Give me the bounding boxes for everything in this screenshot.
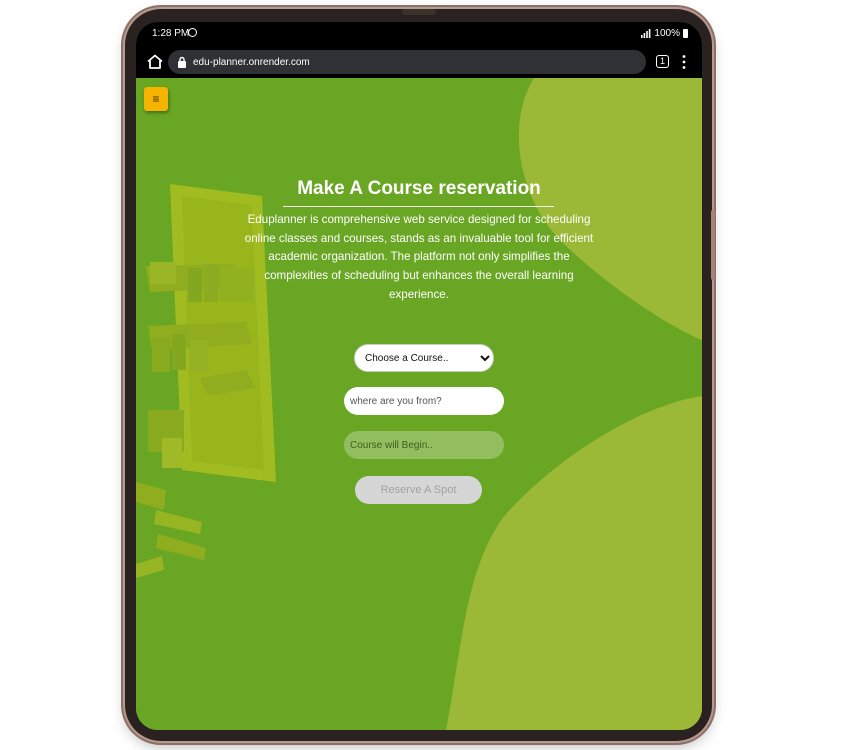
battery-percent: 100% — [654, 28, 680, 39]
page-description: Eduplanner is comprehensive web service … — [244, 213, 594, 301]
device-side-button — [711, 210, 715, 280]
signal-icon — [641, 29, 651, 38]
address-bar[interactable]: edu-planner.onrender.com — [168, 50, 646, 74]
web-page: ≡ Make A Course reservation Eduplanner i… — [136, 78, 702, 730]
device-hinge — [402, 9, 436, 15]
browser-toolbar: edu-planner.onrender.com 1 — [136, 46, 702, 78]
url-text: edu-planner.onrender.com — [193, 56, 310, 68]
status-right: 100% — [641, 28, 688, 39]
menu-dots-icon[interactable] — [682, 54, 686, 70]
course-start-input[interactable] — [344, 431, 504, 459]
spotify-icon — [188, 28, 197, 37]
hamburger-icon: ≡ — [152, 92, 160, 106]
origin-input[interactable] — [344, 387, 504, 415]
reserve-spot-button[interactable]: Reserve A Spot — [355, 476, 482, 504]
tab-count-icon[interactable]: 1 — [656, 55, 669, 68]
hamburger-menu-button[interactable]: ≡ — [144, 87, 168, 111]
status-time: 1:28 PM — [152, 28, 190, 39]
title-divider — [283, 206, 554, 207]
battery-icon — [683, 29, 688, 38]
page-title: Make A Course reservation — [297, 178, 541, 199]
home-icon[interactable] — [145, 52, 165, 72]
course-select[interactable]: Choose a Course.. — [354, 344, 494, 372]
lock-icon — [178, 56, 186, 68]
device-screen: 1:28 PM 100% edu-planner.onrender.com 1 — [136, 22, 702, 730]
status-bar: 1:28 PM 100% — [136, 22, 702, 46]
